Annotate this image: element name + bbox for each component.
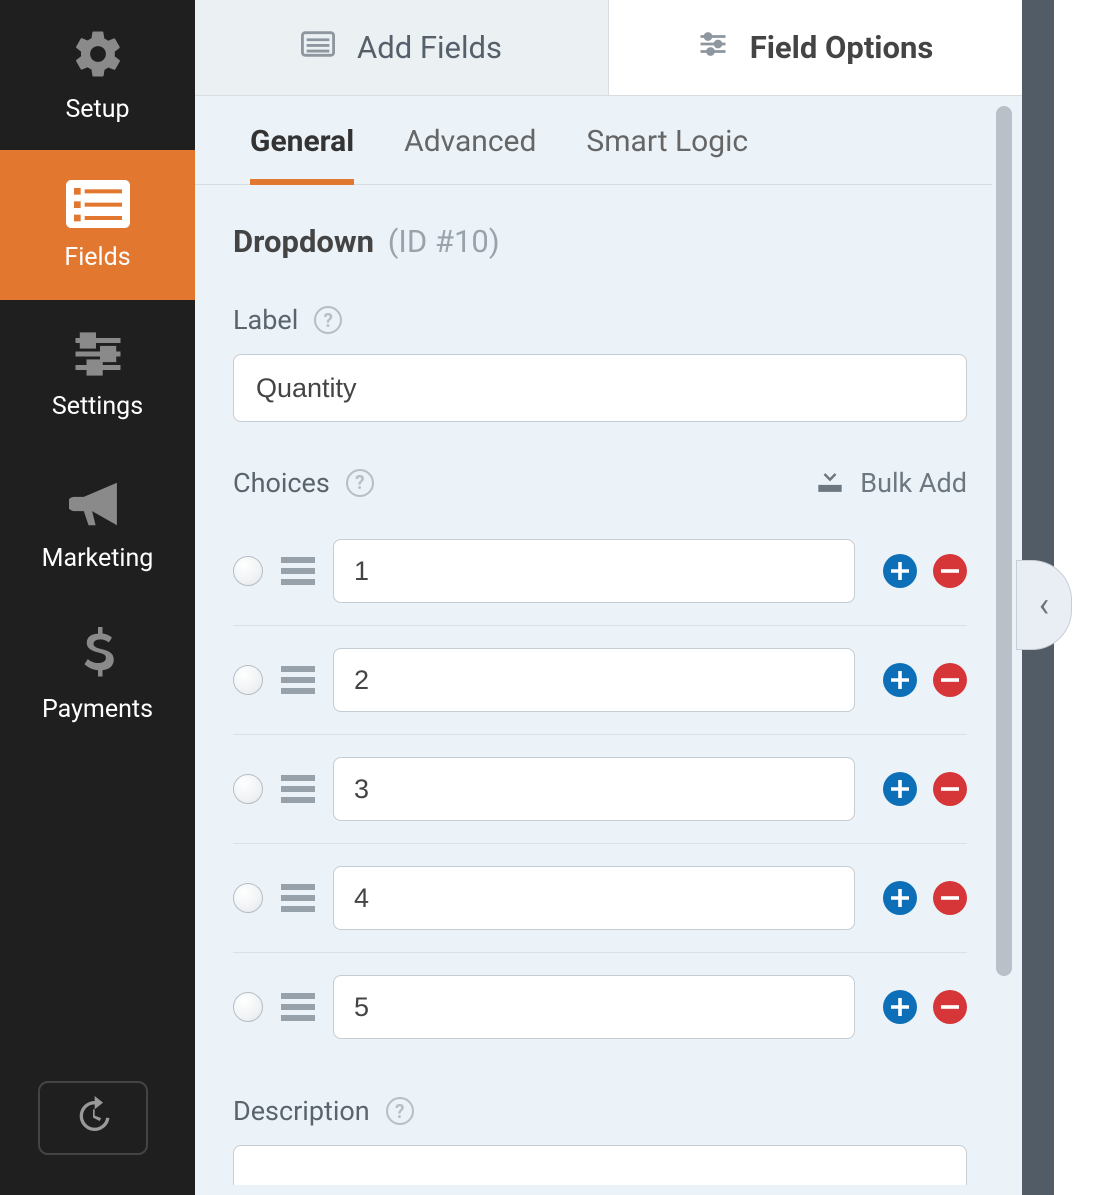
- choice-row: [233, 626, 967, 735]
- sliders-icon: [71, 330, 125, 382]
- drag-handle-icon[interactable]: [281, 557, 315, 585]
- choice-row: [233, 953, 967, 1061]
- drag-handle-icon[interactable]: [281, 884, 315, 912]
- sidebar-item-label: Payments: [42, 695, 153, 724]
- scrollbar[interactable]: [996, 106, 1012, 976]
- sidebar: Setup Fields Settings Marketing Payments: [0, 0, 195, 1195]
- tab-label: Add Fields: [357, 29, 502, 66]
- sidebar-item-settings[interactable]: Settings: [0, 300, 195, 450]
- sidebar-item-label: Setup: [65, 95, 129, 124]
- choice-default-radio[interactable]: [233, 665, 263, 695]
- top-tabbar: Add Fields Field Options: [195, 0, 1022, 96]
- choices-heading: Choices ?: [233, 467, 374, 499]
- sidebar-item-label: Settings: [52, 392, 143, 421]
- choice-default-radio[interactable]: [233, 883, 263, 913]
- sidebar-item-fields[interactable]: Fields: [0, 150, 195, 300]
- remove-choice-button[interactable]: [933, 881, 967, 915]
- choice-row: [233, 517, 967, 626]
- remove-choice-button[interactable]: [933, 772, 967, 806]
- choice-input[interactable]: [333, 648, 855, 712]
- bulk-add-label: Bulk Add: [860, 467, 967, 499]
- choice-row: [233, 844, 967, 953]
- sidebar-item-payments[interactable]: Payments: [0, 600, 195, 750]
- choice-default-radio[interactable]: [233, 556, 263, 586]
- fields-icon: [66, 179, 130, 233]
- choice-default-radio[interactable]: [233, 774, 263, 804]
- sidebar-item-label: Marketing: [42, 544, 154, 573]
- field-type: Dropdown: [233, 223, 374, 260]
- choice-input[interactable]: [333, 866, 855, 930]
- content-wrap: General Advanced Smart Logic Dropdown (I…: [195, 96, 1022, 1195]
- tab-field-options[interactable]: Field Options: [609, 0, 1022, 95]
- chevron-left-icon: ‹: [1039, 585, 1049, 625]
- tab-label: Field Options: [750, 29, 934, 66]
- remove-choice-button[interactable]: [933, 663, 967, 697]
- add-choice-button[interactable]: [883, 772, 917, 806]
- remove-choice-button[interactable]: [933, 990, 967, 1024]
- add-choice-button[interactable]: [883, 990, 917, 1024]
- drag-handle-icon[interactable]: [281, 666, 315, 694]
- subtab-smart-logic[interactable]: Smart Logic: [586, 124, 748, 184]
- fields-list-icon: [301, 29, 335, 66]
- choice-input[interactable]: [333, 539, 855, 603]
- subtab-general[interactable]: General: [250, 124, 354, 185]
- dollar-icon: [81, 627, 115, 685]
- sidebar-item-label: Fields: [64, 243, 130, 272]
- gear-icon: [71, 27, 125, 85]
- choice-input[interactable]: [333, 975, 855, 1039]
- subtabs: General Advanced Smart Logic: [195, 96, 992, 185]
- group-label: Label ?: [233, 304, 967, 422]
- undo-history-icon: [73, 1096, 113, 1140]
- label-input[interactable]: [233, 354, 967, 422]
- subtab-advanced[interactable]: Advanced: [404, 124, 536, 184]
- options-sliders-icon: [698, 29, 728, 66]
- choices-list: [233, 517, 967, 1061]
- main-panel: Add Fields Field Options General Advance…: [195, 0, 1116, 1195]
- help-icon[interactable]: ?: [386, 1097, 414, 1125]
- panel-title: Dropdown (ID #10): [233, 223, 967, 260]
- description-heading: Description ?: [233, 1095, 414, 1127]
- download-icon: [816, 466, 844, 499]
- add-choice-button[interactable]: [883, 881, 917, 915]
- tab-add-fields[interactable]: Add Fields: [195, 0, 609, 95]
- description-input[interactable]: [233, 1145, 967, 1185]
- drag-handle-icon[interactable]: [281, 993, 315, 1021]
- sidebar-item-marketing[interactable]: Marketing: [0, 450, 195, 600]
- group-choices: Choices ? Bulk Add: [233, 466, 967, 1061]
- field-id: (ID #10): [388, 223, 500, 260]
- megaphone-icon: [69, 478, 127, 534]
- help-icon[interactable]: ?: [346, 469, 374, 497]
- bulk-add-button[interactable]: Bulk Add: [816, 466, 967, 499]
- undo-button[interactable]: [38, 1081, 148, 1155]
- group-description: Description ?: [233, 1095, 967, 1185]
- choice-row: [233, 735, 967, 844]
- add-choice-button[interactable]: [883, 554, 917, 588]
- choice-input[interactable]: [333, 757, 855, 821]
- drag-handle-icon[interactable]: [281, 775, 315, 803]
- add-choice-button[interactable]: [883, 663, 917, 697]
- remove-choice-button[interactable]: [933, 554, 967, 588]
- help-icon[interactable]: ?: [314, 306, 342, 334]
- sidebar-item-setup[interactable]: Setup: [0, 0, 195, 150]
- choice-default-radio[interactable]: [233, 992, 263, 1022]
- field-panel: Dropdown (ID #10) Label ? Choices: [195, 185, 1022, 1195]
- label-heading: Label ?: [233, 304, 342, 336]
